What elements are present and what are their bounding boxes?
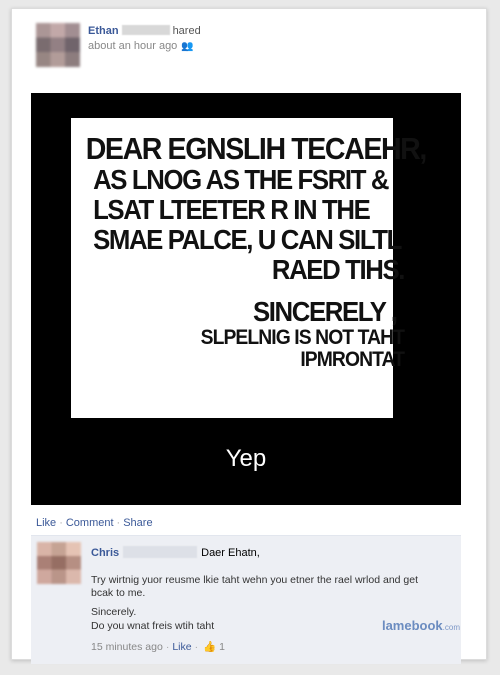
separator-dot: · (116, 517, 121, 529)
shared-photo[interactable]: DEAR EGNSLIH TECAEHR, AS LNOG AS THE FSR… (31, 93, 461, 505)
sign-line: DEAR EGNSLIH TECAEHR, (85, 131, 428, 166)
separator-dot: · (59, 517, 63, 529)
post-time-line: about an hour ago 👥 (88, 40, 194, 52)
share-link[interactable]: Share (123, 517, 152, 529)
post-header: Ethan hared about an hour ago 👥 (36, 23, 476, 73)
sign-subline: IPMRONTAT (300, 348, 405, 371)
watermark-suffix: .com (442, 623, 460, 632)
commenter-name[interactable]: Chris (91, 547, 119, 559)
sign-sincerely: SINCERELY , (252, 296, 398, 327)
redacted-surname (123, 546, 198, 558)
sign-image: DEAR EGNSLIH TECAEHR, AS LNOG AS THE FSR… (71, 118, 428, 418)
facebook-post-card: Ethan hared about an hour ago 👥 DEAR EGNSL… (11, 8, 487, 664)
author-name[interactable]: Ethan (88, 25, 119, 37)
comment-meta: 15 minutes ago · Like · 👍 1 (91, 640, 225, 653)
post-action: hared (172, 25, 201, 37)
friends-icon: 👥 (181, 41, 194, 52)
comment-link[interactable]: Comment (66, 517, 114, 529)
separator-dot: · (194, 641, 199, 653)
photo-caption: Yep (225, 445, 267, 472)
author-line: Ethan hared (88, 25, 201, 37)
comment-closing: Sincerely. (91, 606, 137, 618)
watermark-brand: lamebook (381, 618, 443, 633)
thumbs-up-icon: 👍 (203, 641, 217, 653)
sign-line: AS LNOG AS THE FSRIT & (93, 164, 389, 195)
author-avatar[interactable] (36, 23, 80, 67)
comment: Chris Daer Ehatn, Try wirtnig yuor reusme… (31, 535, 461, 664)
separator-dot: · (165, 641, 170, 653)
commenter-avatar[interactable] (37, 542, 81, 584)
sign-line: SMAE PALCE, U CAN SILTL (93, 224, 402, 255)
post-actions: Like · Comment · Share (36, 517, 153, 529)
sign-subline: SLPELNIG IS NOT TAHT (200, 326, 405, 349)
comment-header: Chris Daer Ehatn, (91, 546, 260, 559)
sign-line: RAED TIHS. (271, 254, 406, 285)
comment-like-count[interactable]: 1 (219, 641, 225, 653)
comment-paragraph: Try wirtnig yuor reusme lkie taht wehn y… (91, 574, 419, 599)
redacted-surname (121, 25, 170, 35)
comment-greeting: Daer Ehatn, (201, 547, 260, 559)
post-timestamp[interactable]: about an hour ago (88, 40, 177, 52)
sign-line: LSAT LTEETER R IN THE (93, 194, 371, 225)
comment-time[interactable]: 15 minutes ago (91, 641, 163, 653)
comment-closing: Do you wnat freis wtih taht (91, 620, 215, 632)
comment-like-link[interactable]: Like (172, 641, 191, 653)
like-link[interactable]: Like (36, 517, 56, 529)
lamebook-watermark: lamebook.com (382, 618, 460, 633)
